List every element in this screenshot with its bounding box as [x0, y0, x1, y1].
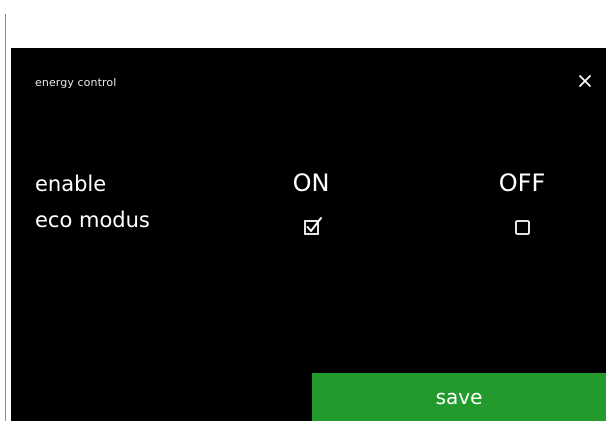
- close-icon: [579, 75, 591, 87]
- checkbox-checked-icon: [304, 217, 322, 235]
- setting-label-enable: enable: [35, 172, 107, 196]
- setting-label-eco-modus: eco modus: [35, 208, 150, 232]
- eco-on-checkbox[interactable]: [302, 216, 326, 238]
- checkbox-unchecked-icon: [515, 220, 530, 235]
- option-off-label: OFF: [498, 169, 546, 197]
- left-divider: [5, 14, 6, 421]
- close-button[interactable]: [572, 68, 598, 94]
- save-button[interactable]: save: [312, 373, 606, 421]
- energy-control-screen: energy control enable eco modus ON OFF s…: [11, 48, 606, 421]
- option-on-label: ON: [292, 169, 330, 197]
- eco-off-checkbox[interactable]: [511, 216, 535, 238]
- screen-title: energy control: [35, 76, 117, 89]
- page: energy control enable eco modus ON OFF s…: [0, 0, 606, 421]
